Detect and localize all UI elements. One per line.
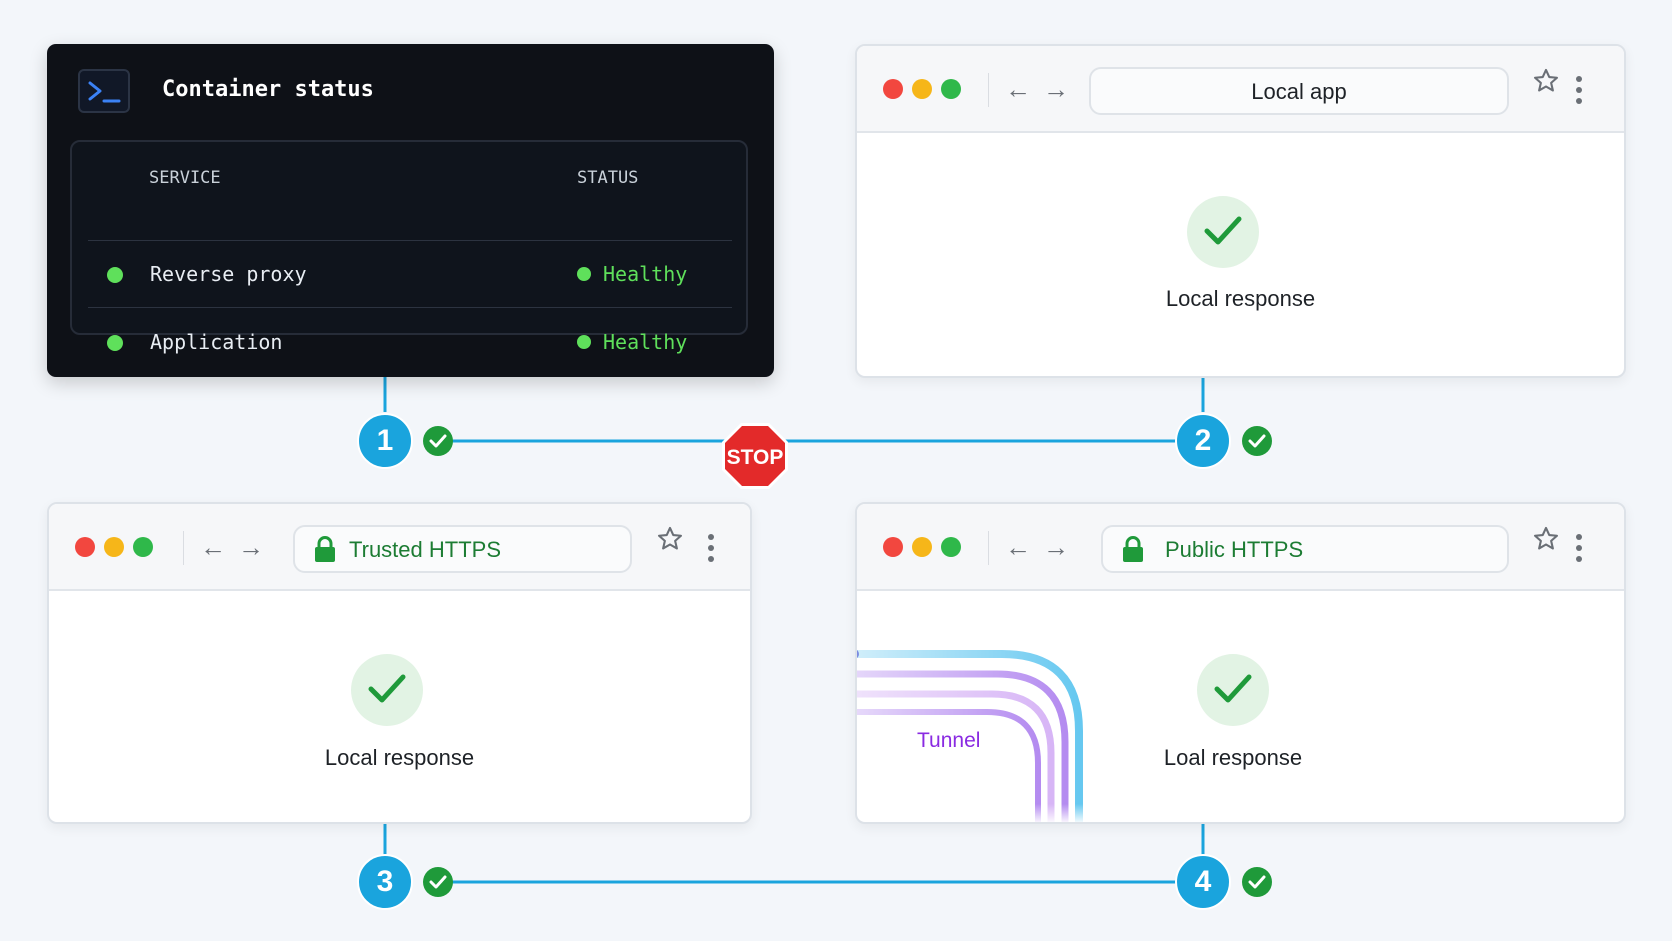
response-text: Loal response	[1163, 745, 1303, 770]
browser-window-trusted-https: ← → Trusted HTTPS Local response	[47, 502, 752, 824]
browser-toolbar: ← → Local app	[857, 46, 1624, 133]
address-bar-text: Local app	[1251, 79, 1347, 104]
status-table: SERVICE STATUS Reverse proxy Healthy App…	[70, 140, 748, 354]
address-bar[interactable]: Local app	[1089, 67, 1509, 115]
minimize-window-button[interactable]	[104, 537, 124, 557]
column-header-service: SERVICE	[149, 168, 221, 188]
address-bar-text: Trusted HTTPS	[349, 537, 501, 562]
back-arrow-icon[interactable]: ←	[1005, 71, 1031, 107]
lock-icon	[315, 536, 335, 562]
health-dot	[577, 335, 591, 349]
address-bar-text: Public HTTPS	[1165, 537, 1304, 562]
bookmark-star-icon[interactable]	[1532, 67, 1560, 95]
health-status: Healthy	[603, 262, 688, 286]
back-arrow-icon[interactable]: ←	[1005, 529, 1031, 565]
lock-icon	[1123, 536, 1143, 562]
health-dot	[577, 267, 591, 281]
maximize-window-button[interactable]	[133, 537, 153, 557]
bookmark-star-icon[interactable]	[1532, 525, 1560, 553]
step-badge-2: 2	[1175, 413, 1231, 469]
table-row: Application Healthy	[72, 308, 746, 376]
toolbar-divider	[988, 73, 989, 107]
health-status: Healthy	[603, 330, 688, 354]
more-menu-icon[interactable]	[1576, 76, 1582, 109]
tunnel-label: Tunnel	[917, 729, 981, 752]
close-window-button[interactable]	[883, 79, 903, 99]
maximize-window-button[interactable]	[941, 79, 961, 99]
step-badge-3: 3	[357, 854, 413, 910]
forward-arrow-icon[interactable]: →	[238, 529, 264, 565]
address-bar[interactable]: Public HTTPS	[1101, 525, 1509, 573]
step-1-check-icon	[423, 426, 453, 456]
terminal-icon	[78, 69, 130, 113]
service-name: Reverse proxy	[150, 262, 307, 286]
success-check-icon	[1187, 196, 1259, 268]
step-badge-1: 1	[357, 413, 413, 469]
forward-arrow-icon[interactable]: →	[1043, 529, 1069, 565]
tunnel-graphic	[857, 650, 1097, 822]
more-menu-icon[interactable]	[1576, 534, 1582, 567]
browser-window-local-app: ← → Local app Local response	[855, 44, 1626, 378]
forward-arrow-icon[interactable]: →	[1043, 71, 1069, 107]
back-arrow-icon[interactable]: ←	[200, 529, 226, 565]
response-text: Local response	[1165, 286, 1316, 311]
service-status-dot	[107, 335, 123, 351]
browser-window-public-https: ← → Public HTTPS Tunnel Loal response	[855, 502, 1626, 824]
service-name: Application	[150, 330, 283, 354]
step-2-check-icon	[1242, 426, 1272, 456]
browser-toolbar: ← → Trusted HTTPS	[49, 504, 750, 591]
service-status-dot	[107, 267, 123, 283]
more-menu-icon[interactable]	[708, 534, 714, 567]
success-check-icon	[351, 654, 423, 726]
close-window-button[interactable]	[75, 537, 95, 557]
maximize-window-button[interactable]	[941, 537, 961, 557]
close-window-button[interactable]	[883, 537, 903, 557]
toolbar-divider	[183, 531, 184, 565]
step-badge-4: 4	[1175, 854, 1231, 910]
panel-title: Container status	[162, 77, 374, 102]
minimize-window-button[interactable]	[912, 79, 932, 99]
success-check-icon	[1197, 654, 1269, 726]
address-bar[interactable]: Trusted HTTPS	[293, 525, 632, 573]
step-3-check-icon	[423, 867, 453, 897]
step-4-check-icon	[1242, 867, 1272, 897]
minimize-window-button[interactable]	[912, 537, 932, 557]
browser-toolbar: ← → Public HTTPS	[857, 504, 1624, 591]
column-header-status: STATUS	[577, 168, 639, 188]
table-row: Reverse proxy Healthy	[72, 240, 746, 308]
stop-sign-icon: STOP	[722, 423, 788, 489]
toolbar-divider	[988, 531, 989, 565]
response-text: Local response	[324, 745, 475, 770]
stop-sign-text: STOP	[727, 446, 784, 469]
bookmark-star-icon[interactable]	[656, 525, 684, 553]
container-status-panel: Container status SERVICE STATUS Reverse …	[47, 44, 774, 377]
